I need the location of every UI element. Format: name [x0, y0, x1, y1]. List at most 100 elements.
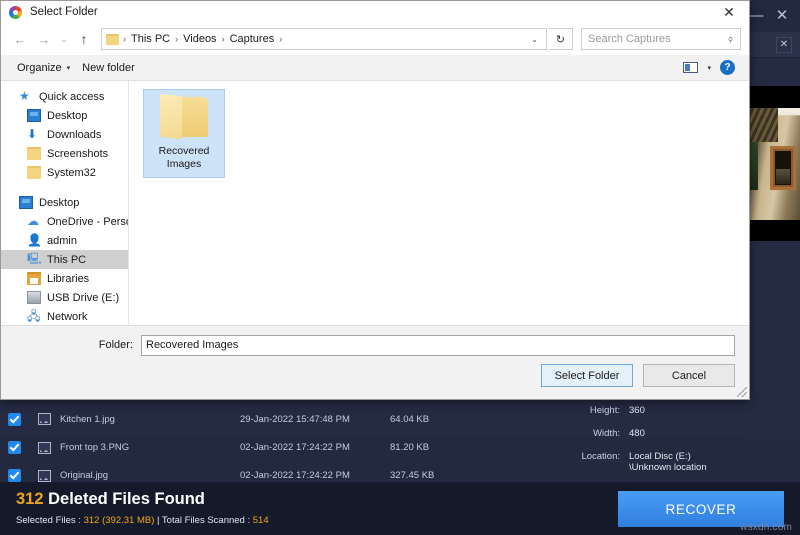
property-location: Location: Local Disc (E:) \Unknown locat…: [558, 451, 748, 473]
recent-locations-icon[interactable]: ⌄: [57, 27, 71, 51]
preview-column: [748, 58, 800, 439]
new-folder-label: New folder: [82, 61, 135, 74]
folder-icon: [158, 93, 210, 140]
new-folder-button[interactable]: New folder: [76, 62, 141, 74]
location-line-1: Local Disc (E:): [629, 451, 691, 462]
sidebar-item-desktop-root[interactable]: Desktop: [1, 193, 128, 212]
sidebar-item-network[interactable]: 🖧 Network: [1, 307, 128, 325]
back-icon[interactable]: ←: [9, 27, 31, 51]
search-input[interactable]: Search Captures ⌕: [581, 28, 741, 50]
sidebar-item-label: This PC: [47, 253, 87, 266]
breadcrumb-separator: ›: [175, 34, 179, 44]
dialog-footer: Folder: Select Folder Cancel: [1, 325, 749, 399]
image-file-icon: [38, 441, 51, 454]
file-name: Front top 3.PNG: [60, 442, 130, 453]
panel-close-icon[interactable]: ✕: [776, 37, 792, 53]
select-folder-dialog: Select Folder ✕ ← → ⌄ ↑ › This PC › Vide…: [0, 0, 750, 400]
sidebar-item-label: Screenshots: [47, 147, 109, 160]
breadcrumb-separator: ›: [221, 34, 225, 44]
preview-picture-frame: [770, 146, 796, 190]
file-properties-panel: Height: 360 Width: 480 Location: Local D…: [558, 405, 748, 473]
select-folder-button[interactable]: Select Folder: [541, 364, 633, 387]
network-icon: 🖧: [27, 309, 41, 323]
organize-button[interactable]: Organize ▾: [11, 62, 76, 74]
organize-label: Organize: [17, 61, 62, 74]
image-file-icon: [38, 469, 51, 482]
forward-icon[interactable]: →: [33, 27, 55, 51]
address-bar[interactable]: › This PC › Videos › Captures › ⌄: [101, 28, 547, 50]
selected-files-prefix: Selected Files :: [16, 515, 84, 526]
file-name: Kitchen 1.jpg: [60, 413, 115, 425]
folder-label-line-1: Recovered: [158, 145, 210, 157]
navigation-bar: ← → ⌄ ↑ › This PC › Videos › Captures › …: [1, 23, 749, 55]
chevron-down-icon[interactable]: ⌄: [523, 35, 546, 44]
status-bar: 312 Deleted Files Found Selected Files :…: [0, 482, 800, 535]
sidebar-item-system32[interactable]: System32: [1, 163, 128, 182]
property-width: Width: 480: [558, 428, 748, 439]
user-icon: 👤: [27, 233, 42, 247]
file-name: Original.jpg: [60, 470, 109, 481]
property-value: 480: [629, 428, 645, 439]
file-size: 81.20 KB: [390, 442, 430, 453]
view-mode-icon[interactable]: [683, 62, 699, 73]
file-size: 327.45 KB: [390, 470, 435, 481]
row-checkbox[interactable]: [8, 441, 21, 454]
property-value: 360: [629, 405, 645, 416]
sidebar-item-label: OneDrive - Persona: [47, 215, 128, 228]
sidebar-item-label: Quick access: [39, 90, 105, 103]
sidebar-item-screenshots[interactable]: Screenshots: [1, 144, 128, 163]
desktop-icon: [27, 109, 41, 122]
sidebar-item-admin[interactable]: 👤 admin: [1, 231, 128, 250]
image-file-icon: [38, 413, 51, 425]
dialog-title: Select Folder: [30, 6, 98, 18]
folder-name-input[interactable]: [141, 334, 735, 356]
folder-flap: [160, 93, 182, 140]
scanned-prefix: | Total Files Scanned :: [154, 515, 253, 526]
property-label: Location:: [581, 451, 620, 462]
sidebar-item-desktop[interactable]: Desktop: [1, 106, 128, 125]
download-icon: ⬇: [27, 127, 38, 141]
desktop-icon: [19, 196, 33, 209]
breadcrumb-item-captures[interactable]: Captures: [229, 33, 276, 45]
chevron-down-icon[interactable]: ▾: [707, 64, 711, 72]
breadcrumb-item-videos[interactable]: Videos: [182, 33, 217, 45]
preview-stairs: [748, 108, 778, 142]
preview-frame-inner: [775, 151, 791, 185]
minimize-icon[interactable]: —: [748, 8, 764, 23]
folder-icon: [27, 147, 41, 160]
file-date: 02-Jan-2022 17:24:22 PM: [240, 470, 350, 481]
selected-files-value: 312 (392.31 MB): [83, 515, 155, 526]
preview-photo: [748, 108, 800, 220]
close-icon[interactable]: ✕: [709, 1, 749, 23]
sidebar-item-label: System32: [47, 166, 96, 179]
dialog-body: ★ Quick access Desktop ⬇ Downloads Scree…: [1, 81, 749, 325]
close-icon[interactable]: ✕: [774, 8, 790, 23]
row-checkbox[interactable]: [8, 412, 21, 426]
sidebar-item-onedrive[interactable]: ☁ OneDrive - Persona: [1, 212, 128, 231]
row-checkbox[interactable]: [8, 469, 21, 482]
resize-grip[interactable]: [737, 387, 747, 397]
color-ring-icon: [9, 5, 22, 19]
dialog-buttons: Select Folder Cancel: [1, 364, 749, 399]
sidebar-item-quick-access[interactable]: ★ Quick access: [1, 87, 128, 106]
up-icon[interactable]: ↑: [73, 27, 95, 51]
folder-icon: [106, 33, 119, 45]
sidebar-item-libraries[interactable]: Libraries: [1, 269, 128, 288]
sidebar-item-downloads[interactable]: ⬇ Downloads: [1, 125, 128, 144]
sidebar-item-this-pc[interactable]: 🖳 This PC: [1, 250, 128, 269]
dialog-titlebar: Select Folder ✕: [1, 1, 749, 23]
star-icon: ★: [19, 89, 30, 103]
folder-tile-recovered-images[interactable]: Recovered Images: [143, 89, 225, 178]
sidebar-item-usb-drive[interactable]: USB Drive (E:): [1, 288, 128, 307]
deleted-files-label: Deleted Files Found: [48, 490, 205, 508]
navigation-pane: ★ Quick access Desktop ⬇ Downloads Scree…: [1, 81, 129, 325]
help-icon[interactable]: ?: [720, 60, 735, 75]
pc-icon: 🖳: [27, 253, 42, 265]
search-icon: ⌕: [724, 32, 737, 46]
refresh-icon[interactable]: ↻: [549, 28, 573, 50]
cancel-button[interactable]: Cancel: [643, 364, 735, 387]
file-grid[interactable]: Recovered Images: [129, 81, 749, 325]
breadcrumb-item-this-pc[interactable]: This PC: [130, 33, 171, 45]
property-height: Height: 360: [558, 405, 748, 416]
selection-summary: Selected Files : 312 (392.31 MB) | Total…: [16, 515, 269, 526]
